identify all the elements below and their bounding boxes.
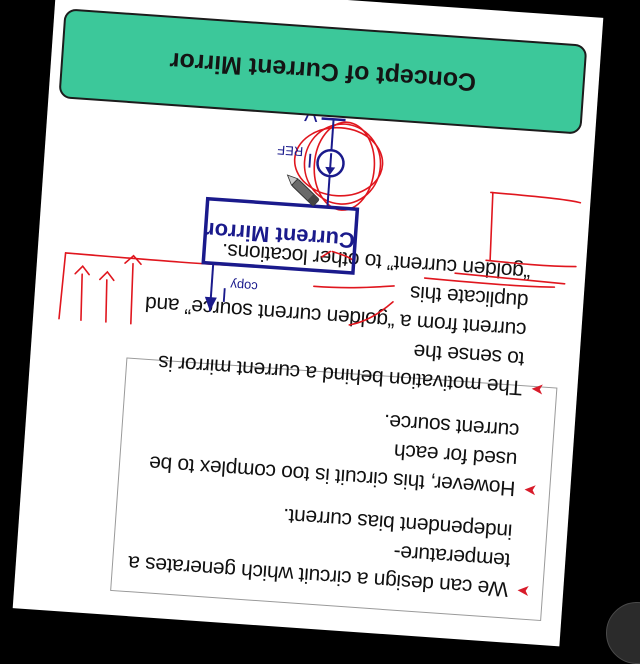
icopy-sub: copy — [229, 277, 258, 294]
icopy-arrow-icon — [204, 296, 217, 312]
icopy-label: I — [221, 283, 228, 305]
bullet-arrow-icon: ➤ — [523, 480, 538, 499]
bullet-list: ➤ We can design a circuit which generate… — [110, 239, 558, 622]
stage: ➤ We can design a circuit which generate… — [0, 0, 640, 647]
bullet-text: However, this circuit is too complex to … — [131, 389, 520, 503]
iref-label: I — [306, 149, 313, 171]
bullet-item: ➤ We can design a circuit which generate… — [124, 490, 535, 605]
mirror-label: Current Mirror — [205, 218, 356, 253]
slide-title: Concept of Current Mirror — [168, 47, 477, 97]
vcc-rail — [321, 117, 346, 122]
bullet-item: ➤ However, this circuit is too complex t… — [131, 389, 542, 504]
bullet-arrow-icon: ➤ — [516, 581, 531, 600]
circuit-diagram: Current Mirror I copy I REF V CC — [58, 97, 582, 326]
bullet-text: We can design a circuit which generates … — [124, 490, 513, 604]
iref-sub: REF — [277, 142, 304, 159]
slide: ➤ We can design a circuit which generate… — [12, 0, 604, 647]
